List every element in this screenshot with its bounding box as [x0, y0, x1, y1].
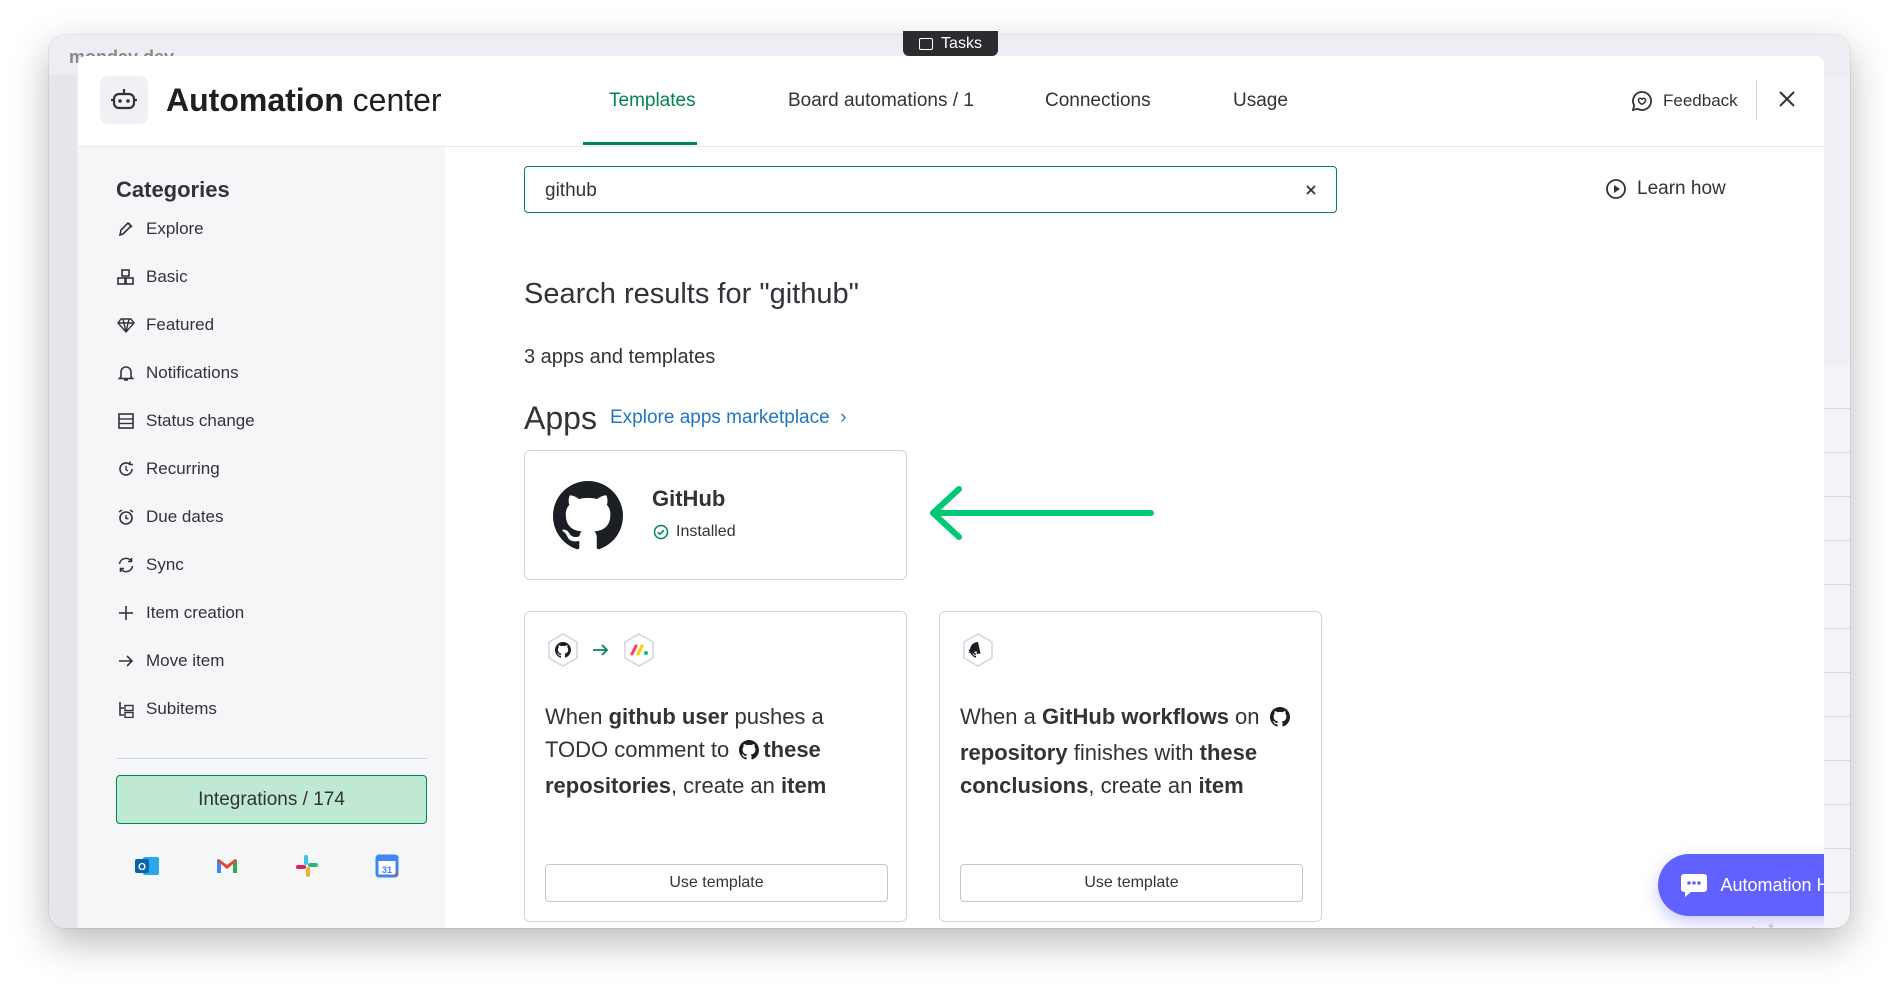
bell-icon: [116, 363, 136, 383]
status-icon: [116, 411, 136, 431]
google-calendar-icon[interactable]: 31: [373, 852, 401, 880]
feedback-button[interactable]: Feedback: [1631, 90, 1738, 112]
category-sync[interactable]: Sync: [116, 550, 184, 580]
app-name: GitHub: [652, 486, 726, 511]
template-icons: [545, 632, 657, 668]
alarm-icon: [116, 507, 136, 527]
sidebar-divider: [116, 758, 427, 759]
gmail-icon[interactable]: [213, 852, 241, 880]
monday-sparkle-icon[interactable]: [1744, 920, 1778, 928]
flow-arrow-icon: [593, 644, 609, 656]
category-basic[interactable]: Basic: [116, 262, 188, 292]
github-app-card[interactable]: GitHub Installed: [524, 450, 907, 580]
tab-connections[interactable]: Connections: [1045, 90, 1151, 112]
learn-how-link[interactable]: Learn how: [1605, 178, 1726, 200]
tab-board-automations[interactable]: Board automations / 1: [788, 90, 974, 112]
search-input[interactable]: [543, 177, 1287, 205]
template-icons: [960, 632, 996, 668]
automation-help-button[interactable]: Automation Help: [1658, 854, 1824, 916]
modal-header: Automation center Templates Board automa…: [78, 56, 1824, 147]
github-inline-icon: [1269, 703, 1290, 736]
slack-icon[interactable]: [293, 852, 321, 880]
active-tab-indicator: [583, 142, 697, 145]
header-divider: [1756, 80, 1757, 120]
monday-hex-icon: [621, 632, 657, 668]
category-status-change[interactable]: Status change: [116, 406, 255, 436]
template-card-github-workflows[interactable]: When a GitHub workflows on repository fi…: [939, 611, 1322, 922]
github-hex-icon: [960, 632, 996, 668]
robot-icon: [100, 76, 148, 124]
check-circle-icon: [653, 524, 669, 540]
page-title: Automation center: [166, 82, 442, 118]
play-circle-icon: [1606, 179, 1626, 199]
github-hex-icon: [545, 632, 581, 668]
github-logo-icon: [553, 481, 623, 556]
category-due-dates[interactable]: Due dates: [116, 502, 224, 532]
sync-icon: [116, 555, 136, 575]
category-item-creation[interactable]: Item creation: [116, 598, 244, 628]
annotation-arrow-icon: [921, 483, 1161, 548]
search-field[interactable]: [524, 166, 1337, 213]
apps-heading: Apps: [524, 400, 597, 436]
feedback-icon: [1631, 91, 1652, 112]
category-subitems[interactable]: Subitems: [116, 694, 217, 724]
template-card-github-todo[interactable]: When github user pushes a TODO comment t…: [524, 611, 907, 922]
tab-templates[interactable]: Templates: [609, 90, 696, 112]
explore-marketplace-link[interactable]: Explore apps marketplace ›: [610, 407, 847, 429]
plus-icon: [116, 603, 136, 623]
template-description: When github user pushes a TODO comment t…: [545, 704, 827, 798]
panel-icon: [919, 37, 934, 50]
rocket-icon: [116, 219, 136, 239]
automation-center-modal: Automation center Templates Board automa…: [78, 56, 1824, 928]
arrow-right-icon: [116, 651, 136, 671]
chat-bubble-icon: [1681, 874, 1708, 897]
tab-usage[interactable]: Usage: [1233, 90, 1288, 112]
category-recurring[interactable]: Recurring: [116, 454, 220, 484]
tasks-tab-label: Tasks: [941, 34, 982, 52]
category-notifications[interactable]: Notifications: [116, 358, 239, 388]
search-results-title: Search results for "github": [524, 278, 859, 310]
category-move-item[interactable]: Move item: [116, 646, 224, 676]
outlook-icon[interactable]: O: [133, 852, 161, 880]
app-installed-status: Installed: [653, 523, 736, 541]
use-template-button[interactable]: Use template: [960, 864, 1303, 902]
background-board-rows: [1820, 365, 1850, 928]
subitems-icon: [116, 699, 136, 719]
template-description: When a GitHub workflows on repository fi…: [960, 700, 1305, 802]
close-icon[interactable]: [1775, 87, 1799, 111]
diamond-icon: [116, 315, 136, 335]
background-left-rail: [49, 75, 77, 928]
svg-text:31: 31: [382, 865, 392, 875]
use-template-button[interactable]: Use template: [545, 864, 888, 902]
integrations-button[interactable]: Integrations / 174: [116, 775, 427, 824]
categories-sidebar: Categories Explore Basic Featured Notifi…: [78, 147, 445, 928]
category-explore[interactable]: Explore: [116, 214, 204, 244]
github-inline-icon: [739, 736, 760, 769]
chevron-right-icon: ›: [840, 407, 847, 428]
clear-search-icon[interactable]: [1302, 181, 1320, 199]
recurring-icon: [116, 459, 136, 479]
svg-text:O: O: [138, 862, 146, 873]
results-count: 3 apps and templates: [524, 346, 716, 368]
blocks-icon: [116, 267, 136, 287]
tasks-tab[interactable]: Tasks: [903, 31, 998, 56]
categories-title: Categories: [116, 177, 230, 202]
category-featured[interactable]: Featured: [116, 310, 214, 340]
